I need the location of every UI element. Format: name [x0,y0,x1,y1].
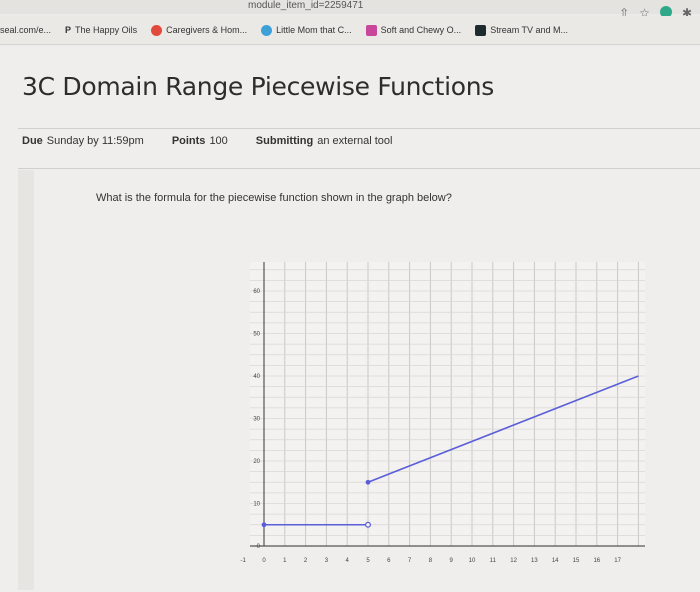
y-tick-label: 20 [253,459,260,465]
x-tick-label: 12 [510,558,517,564]
x-tick-label: 7 [408,558,412,564]
x-tick-label: 15 [573,558,580,564]
piecewise-graph: -1 0 1 2 3 4 5 6 7 8 9 10 11 12 13 14 15 16 17010203040506… [241,262,645,564]
x-tick-label: 5 [366,558,370,564]
open-point [365,521,372,528]
y-tick-label: 10 [253,502,260,508]
x-tick-label: 13 [531,558,538,564]
closed-point [365,479,371,485]
x-tick-label: 8 [429,558,433,564]
x-tick-label: 4 [346,558,350,564]
x-tick-label: 2 [304,558,308,564]
y-tick-label: 40 [253,374,260,380]
y-tick-label: 60 [253,289,260,295]
y-tick-label: 30 [253,417,260,423]
x-tick-label: 1 [283,558,287,564]
x-tick-label: 11 [490,558,497,564]
x-tick-label: 0 [262,558,266,564]
x-tick-label: 6 [387,558,391,564]
x-tick-label: 3 [325,558,329,564]
x-tick-label: -1 [241,558,247,564]
x-tick-label: 14 [552,558,559,564]
x-tick-label: 9 [450,558,454,564]
x-tick-label: 10 [469,558,476,564]
closed-point [261,522,267,528]
x-tick-label: 17 [614,558,621,564]
y-tick-label: 50 [253,332,260,338]
x-tick-label: 16 [593,558,600,564]
